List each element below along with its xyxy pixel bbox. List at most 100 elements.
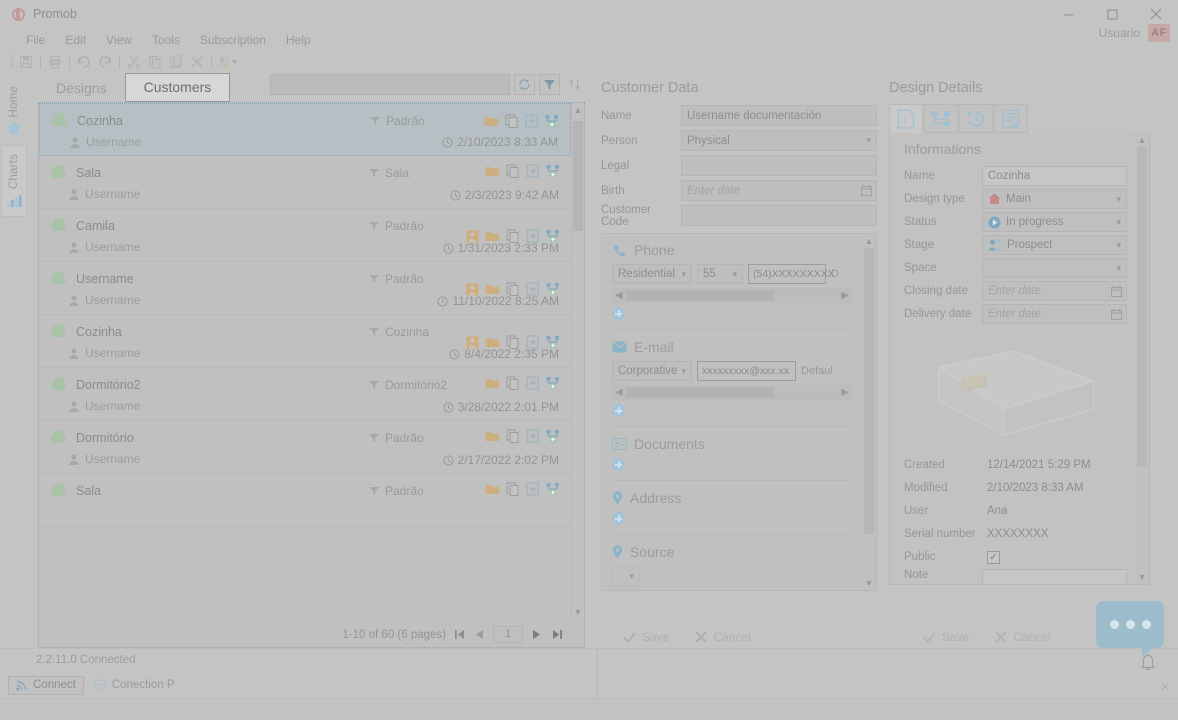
person-select[interactable]: Physical ▾ (681, 130, 877, 151)
table-row[interactable]: Username Padrão Username 11/10/2022 8:25… (39, 262, 571, 315)
close-icon[interactable]: ✕ (1160, 680, 1170, 694)
scrollbar-thumb[interactable] (864, 248, 874, 534)
sidebar-item-home[interactable]: Home (1, 78, 27, 143)
delete-icon[interactable] (187, 53, 207, 71)
tab-checklist[interactable] (994, 104, 1028, 133)
tab-share[interactable] (924, 104, 958, 133)
note-textarea[interactable] (982, 569, 1127, 584)
name-input[interactable]: Username documentación (681, 105, 877, 126)
public-checkbox[interactable]: ✓ (987, 550, 1000, 564)
closing-date-input[interactable]: Enter date (982, 281, 1127, 301)
customer-sections-scrollbar[interactable]: ▲ ▼ (862, 234, 876, 590)
table-row[interactable]: Cozinha Padrão Username 2/10/2023 8:33 A… (39, 103, 571, 156)
tab-history[interactable] (959, 104, 993, 133)
menu-edit[interactable]: Edit (55, 31, 96, 49)
add-address-icon[interactable] (612, 512, 625, 525)
scroll-up-arrow[interactable]: ▲ (862, 234, 876, 248)
phone-type-select[interactable]: Residential ▾ (612, 264, 692, 284)
table-row[interactable]: Sala Sala Username 2/3/2023 9:42 AM (39, 156, 571, 209)
design-name-input[interactable]: Cozinha (982, 166, 1127, 186)
add-email-icon[interactable] (612, 404, 625, 417)
bell-icon[interactable] (1140, 654, 1156, 672)
chart-colors-icon[interactable] (216, 53, 244, 71)
space-select[interactable]: ▾ (982, 258, 1127, 278)
connection-status[interactable]: Conection P (93, 679, 175, 691)
tab-designs[interactable]: Designs (38, 75, 125, 102)
scroll-down-arrow[interactable]: ▼ (1135, 570, 1149, 584)
add-phone-icon[interactable] (612, 307, 625, 320)
prev-page-button[interactable] (473, 627, 486, 642)
delivery-date-input[interactable]: Enter date (982, 304, 1127, 324)
paste-icon[interactable] (166, 53, 186, 71)
tab-information[interactable]: i (889, 104, 923, 133)
menu-tools[interactable]: Tools (142, 31, 190, 49)
refresh-icon[interactable] (514, 74, 535, 95)
avatar[interactable]: AF (1148, 24, 1170, 42)
print-icon[interactable] (45, 53, 65, 71)
hscroll-thumb[interactable] (626, 290, 774, 301)
table-row[interactable]: Sala Padrão (39, 474, 571, 527)
calendar-icon[interactable] (861, 185, 872, 196)
customer-code-input[interactable] (681, 205, 877, 226)
filter-icon[interactable] (539, 74, 560, 95)
table-row[interactable]: Camila Padrão Username 1/31/2023 2:33 PM (39, 209, 571, 262)
menu-help[interactable]: Help (276, 31, 321, 49)
copy-icon[interactable] (145, 53, 165, 71)
last-page-button[interactable] (550, 627, 563, 642)
page-number-input[interactable]: 1 (493, 626, 523, 643)
save-button[interactable]: Save (623, 630, 669, 644)
list-scrollbar[interactable]: ▲ ▼ (571, 103, 584, 619)
sort-icon[interactable] (564, 74, 585, 95)
phone-hscrollbar[interactable]: ◀ ▶ (612, 288, 852, 303)
search-input[interactable] (270, 74, 510, 95)
email-hscrollbar[interactable]: ◀ ▶ (612, 385, 852, 400)
status-select[interactable]: In progress ▾ (982, 212, 1127, 232)
scroll-down-arrow[interactable]: ▼ (572, 605, 584, 619)
row-actions[interactable] (484, 114, 560, 128)
legal-input[interactable] (681, 155, 877, 176)
connect-button[interactable]: Connect (8, 675, 84, 695)
scroll-up-arrow[interactable]: ▲ (572, 103, 584, 117)
menu-subscription[interactable]: Subscription (190, 31, 276, 49)
scrollbar-thumb[interactable] (1137, 147, 1147, 467)
table-row[interactable]: Dormitório Padrão Username 2/17/2022 2:0… (39, 421, 571, 474)
save-button[interactable]: Save (923, 630, 969, 644)
first-page-button[interactable] (453, 627, 466, 642)
redo-icon[interactable] (95, 53, 115, 71)
menu-view[interactable]: View (96, 31, 142, 49)
next-page-button[interactable] (530, 627, 543, 642)
toolbar-grip[interactable] (10, 55, 13, 69)
design-type-select[interactable]: Main ▾ (982, 189, 1127, 209)
row-actions[interactable] (485, 482, 561, 496)
undo-icon[interactable] (74, 53, 94, 71)
scroll-up-arrow[interactable]: ▲ (1135, 133, 1149, 147)
room-3d-preview[interactable] (904, 339, 1127, 444)
save-icon[interactable] (16, 53, 36, 71)
table-row[interactable]: Cozinha Cozinha Username 8/4/2022 2:35 P… (39, 315, 571, 368)
calendar-icon[interactable] (1111, 285, 1122, 297)
hscroll-left-arrow[interactable]: ◀ (615, 387, 623, 398)
table-row[interactable]: Dormitório2 Dormitório2 Username 3/28/20… (39, 368, 571, 421)
row-actions[interactable] (485, 429, 561, 443)
cut-icon[interactable] (124, 53, 144, 71)
phone-number-input[interactable]: (54)XXXXXXXXX (748, 264, 835, 284)
scroll-down-arrow[interactable]: ▼ (862, 576, 876, 590)
email-type-select[interactable]: Corporative ▾ (612, 361, 692, 381)
email-input[interactable]: xxxxxxxxx@xxx.xx (697, 361, 796, 381)
hscroll-right-arrow[interactable]: ▶ (841, 290, 849, 301)
design-details-scrollbar[interactable]: ▲ ▼ (1135, 133, 1149, 584)
source-select[interactable]: ▾ (612, 566, 640, 586)
cancel-button[interactable]: Cancel (995, 630, 1051, 644)
sidebar-item-charts[interactable]: Charts (1, 145, 27, 217)
birth-date-input[interactable]: Enter date (681, 180, 877, 201)
user-box[interactable]: Usuario AF (1099, 24, 1170, 42)
calendar-icon[interactable] (1111, 308, 1122, 320)
hscroll-thumb[interactable] (626, 387, 774, 398)
cancel-button[interactable]: Cancel (695, 630, 751, 644)
menu-file[interactable]: File (16, 31, 55, 49)
tab-customers[interactable]: Customers (124, 73, 231, 102)
row-actions[interactable] (485, 376, 561, 390)
scrollbar-thumb[interactable] (573, 121, 583, 231)
chat-bubble-icon[interactable] (1096, 601, 1164, 657)
customers-list[interactable]: Cozinha Padrão Username 2/10/2023 8:33 A… (38, 102, 585, 648)
